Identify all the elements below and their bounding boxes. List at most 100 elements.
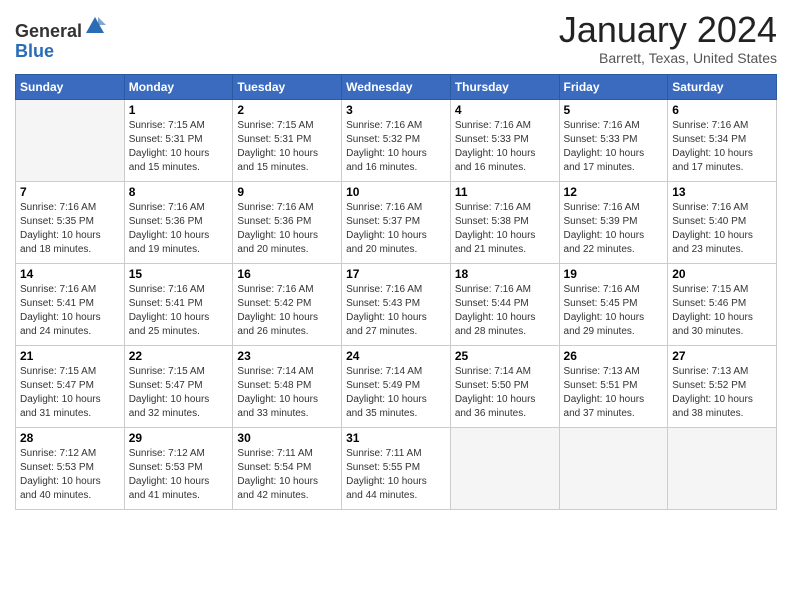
day-info: Sunrise: 7:16 AM Sunset: 5:33 PM Dayligh… bbox=[455, 119, 555, 175]
logo-general: General bbox=[15, 21, 82, 41]
day-number: 20 bbox=[672, 267, 772, 281]
calendar-day-cell: 8 Sunrise: 7:16 AM Sunset: 5:36 PM Daylig… bbox=[124, 181, 233, 263]
day-number: 27 bbox=[672, 349, 772, 363]
title-block: January 2024 Barrett, Texas, United Stat… bbox=[559, 10, 777, 66]
weekday-header: Sunday bbox=[16, 74, 125, 99]
day-number: 31 bbox=[346, 431, 446, 445]
calendar-day-cell bbox=[450, 427, 559, 509]
day-number: 1 bbox=[129, 103, 229, 117]
day-info: Sunrise: 7:11 AM Sunset: 5:55 PM Dayligh… bbox=[346, 447, 446, 503]
day-number: 17 bbox=[346, 267, 446, 281]
day-info: Sunrise: 7:16 AM Sunset: 5:42 PM Dayligh… bbox=[237, 283, 337, 339]
day-number: 22 bbox=[129, 349, 229, 363]
day-info: Sunrise: 7:11 AM Sunset: 5:54 PM Dayligh… bbox=[237, 447, 337, 503]
day-info: Sunrise: 7:16 AM Sunset: 5:41 PM Dayligh… bbox=[129, 283, 229, 339]
day-info: Sunrise: 7:16 AM Sunset: 5:44 PM Dayligh… bbox=[455, 283, 555, 339]
calendar-day-cell: 6 Sunrise: 7:16 AM Sunset: 5:34 PM Daylig… bbox=[668, 99, 777, 181]
day-number: 13 bbox=[672, 185, 772, 199]
day-number: 8 bbox=[129, 185, 229, 199]
day-number: 11 bbox=[455, 185, 555, 199]
logo-icon bbox=[84, 15, 106, 37]
calendar-day-cell: 12Sunrise: 7:16 AM Sunset: 5:39 PM Dayli… bbox=[559, 181, 668, 263]
day-info: Sunrise: 7:16 AM Sunset: 5:32 PM Dayligh… bbox=[346, 119, 446, 175]
day-info: Sunrise: 7:16 AM Sunset: 5:45 PM Dayligh… bbox=[564, 283, 664, 339]
day-number: 25 bbox=[455, 349, 555, 363]
calendar-day-cell: 27 Sunrise: 7:13 AM Sunset: 5:52 PM Dayli… bbox=[668, 345, 777, 427]
day-info: Sunrise: 7:16 AM Sunset: 5:35 PM Dayligh… bbox=[20, 201, 120, 257]
day-info: Sunrise: 7:16 AM Sunset: 5:34 PM Dayligh… bbox=[672, 119, 772, 175]
calendar-day-cell: 30 Sunrise: 7:11 AM Sunset: 5:54 PM Dayli… bbox=[233, 427, 342, 509]
calendar-day-cell bbox=[16, 99, 125, 181]
day-info: Sunrise: 7:13 AM Sunset: 5:51 PM Dayligh… bbox=[564, 365, 664, 421]
calendar-day-cell: 2Sunrise: 7:15 AM Sunset: 5:31 PM Daylig… bbox=[233, 99, 342, 181]
page-container: General Blue January 2024 Barrett, Texas… bbox=[0, 0, 792, 520]
calendar-day-cell: 20 Sunrise: 7:15 AM Sunset: 5:46 PM Dayli… bbox=[668, 263, 777, 345]
calendar-day-cell: 23Sunrise: 7:14 AM Sunset: 5:48 PM Dayli… bbox=[233, 345, 342, 427]
calendar-day-cell: 26Sunrise: 7:13 AM Sunset: 5:51 PM Dayli… bbox=[559, 345, 668, 427]
day-number: 28 bbox=[20, 431, 120, 445]
day-number: 12 bbox=[564, 185, 664, 199]
day-number: 30 bbox=[237, 431, 337, 445]
calendar-day-cell: 7Sunrise: 7:16 AM Sunset: 5:35 PM Daylig… bbox=[16, 181, 125, 263]
calendar-day-cell: 25 Sunrise: 7:14 AM Sunset: 5:50 PM Dayli… bbox=[450, 345, 559, 427]
day-info: Sunrise: 7:16 AM Sunset: 5:38 PM Dayligh… bbox=[455, 201, 555, 257]
calendar-day-cell: 19 Sunrise: 7:16 AM Sunset: 5:45 PM Dayli… bbox=[559, 263, 668, 345]
day-number: 15 bbox=[129, 267, 229, 281]
calendar-day-cell: 11 Sunrise: 7:16 AM Sunset: 5:38 PM Dayli… bbox=[450, 181, 559, 263]
calendar-day-cell: 4Sunrise: 7:16 AM Sunset: 5:33 PM Daylig… bbox=[450, 99, 559, 181]
calendar-day-cell: 14 Sunrise: 7:16 AM Sunset: 5:41 PM Dayli… bbox=[16, 263, 125, 345]
calendar-day-cell: 18 Sunrise: 7:16 AM Sunset: 5:44 PM Dayli… bbox=[450, 263, 559, 345]
day-number: 19 bbox=[564, 267, 664, 281]
day-info: Sunrise: 7:14 AM Sunset: 5:50 PM Dayligh… bbox=[455, 365, 555, 421]
calendar-week-row: 28 Sunrise: 7:12 AM Sunset: 5:53 PM Dayli… bbox=[16, 427, 777, 509]
day-number: 24 bbox=[346, 349, 446, 363]
day-number: 29 bbox=[129, 431, 229, 445]
logo-blue: Blue bbox=[15, 41, 54, 61]
day-number: 21 bbox=[20, 349, 120, 363]
day-info: Sunrise: 7:16 AM Sunset: 5:43 PM Dayligh… bbox=[346, 283, 446, 339]
weekday-header: Wednesday bbox=[342, 74, 451, 99]
calendar-day-cell: 29 Sunrise: 7:12 AM Sunset: 5:53 PM Dayli… bbox=[124, 427, 233, 509]
day-number: 5 bbox=[564, 103, 664, 117]
weekday-header: Tuesday bbox=[233, 74, 342, 99]
day-info: Sunrise: 7:13 AM Sunset: 5:52 PM Dayligh… bbox=[672, 365, 772, 421]
day-number: 18 bbox=[455, 267, 555, 281]
calendar-table: SundayMondayTuesdayWednesdayThursdayFrid… bbox=[15, 74, 777, 510]
day-info: Sunrise: 7:15 AM Sunset: 5:31 PM Dayligh… bbox=[129, 119, 229, 175]
calendar-day-cell: 5 Sunrise: 7:16 AM Sunset: 5:33 PM Daylig… bbox=[559, 99, 668, 181]
day-info: Sunrise: 7:15 AM Sunset: 5:46 PM Dayligh… bbox=[672, 283, 772, 339]
calendar-week-row: 7Sunrise: 7:16 AM Sunset: 5:35 PM Daylig… bbox=[16, 181, 777, 263]
weekday-header: Friday bbox=[559, 74, 668, 99]
calendar-day-cell: 28Sunrise: 7:12 AM Sunset: 5:53 PM Dayli… bbox=[16, 427, 125, 509]
calendar-day-cell: 24 Sunrise: 7:14 AM Sunset: 5:49 PM Dayli… bbox=[342, 345, 451, 427]
calendar-day-cell: 16 Sunrise: 7:16 AM Sunset: 5:42 PM Dayli… bbox=[233, 263, 342, 345]
day-info: Sunrise: 7:16 AM Sunset: 5:40 PM Dayligh… bbox=[672, 201, 772, 257]
calendar-week-row: 21 Sunrise: 7:15 AM Sunset: 5:47 PM Dayli… bbox=[16, 345, 777, 427]
day-info: Sunrise: 7:12 AM Sunset: 5:53 PM Dayligh… bbox=[129, 447, 229, 503]
calendar-day-cell: 21 Sunrise: 7:15 AM Sunset: 5:47 PM Dayli… bbox=[16, 345, 125, 427]
calendar-week-row: 14 Sunrise: 7:16 AM Sunset: 5:41 PM Dayli… bbox=[16, 263, 777, 345]
calendar-day-cell: 22 Sunrise: 7:15 AM Sunset: 5:47 PM Dayli… bbox=[124, 345, 233, 427]
day-info: Sunrise: 7:15 AM Sunset: 5:47 PM Dayligh… bbox=[129, 365, 229, 421]
calendar-day-cell: 1 Sunrise: 7:15 AM Sunset: 5:31 PM Daylig… bbox=[124, 99, 233, 181]
day-number: 2 bbox=[237, 103, 337, 117]
page-header: General Blue January 2024 Barrett, Texas… bbox=[15, 10, 777, 66]
day-number: 9 bbox=[237, 185, 337, 199]
day-info: Sunrise: 7:14 AM Sunset: 5:49 PM Dayligh… bbox=[346, 365, 446, 421]
weekday-header: Thursday bbox=[450, 74, 559, 99]
day-number: 14 bbox=[20, 267, 120, 281]
day-info: Sunrise: 7:16 AM Sunset: 5:33 PM Dayligh… bbox=[564, 119, 664, 175]
month-title: January 2024 bbox=[559, 10, 777, 50]
day-info: Sunrise: 7:16 AM Sunset: 5:36 PM Dayligh… bbox=[129, 201, 229, 257]
day-number: 16 bbox=[237, 267, 337, 281]
day-info: Sunrise: 7:15 AM Sunset: 5:47 PM Dayligh… bbox=[20, 365, 120, 421]
logo: General Blue bbox=[15, 15, 106, 62]
calendar-day-cell bbox=[559, 427, 668, 509]
weekday-header: Monday bbox=[124, 74, 233, 99]
weekday-header-row: SundayMondayTuesdayWednesdayThursdayFrid… bbox=[16, 74, 777, 99]
day-info: Sunrise: 7:16 AM Sunset: 5:41 PM Dayligh… bbox=[20, 283, 120, 339]
day-number: 6 bbox=[672, 103, 772, 117]
calendar-week-row: 1 Sunrise: 7:15 AM Sunset: 5:31 PM Daylig… bbox=[16, 99, 777, 181]
location: Barrett, Texas, United States bbox=[559, 50, 777, 66]
calendar-day-cell: 10Sunrise: 7:16 AM Sunset: 5:37 PM Dayli… bbox=[342, 181, 451, 263]
